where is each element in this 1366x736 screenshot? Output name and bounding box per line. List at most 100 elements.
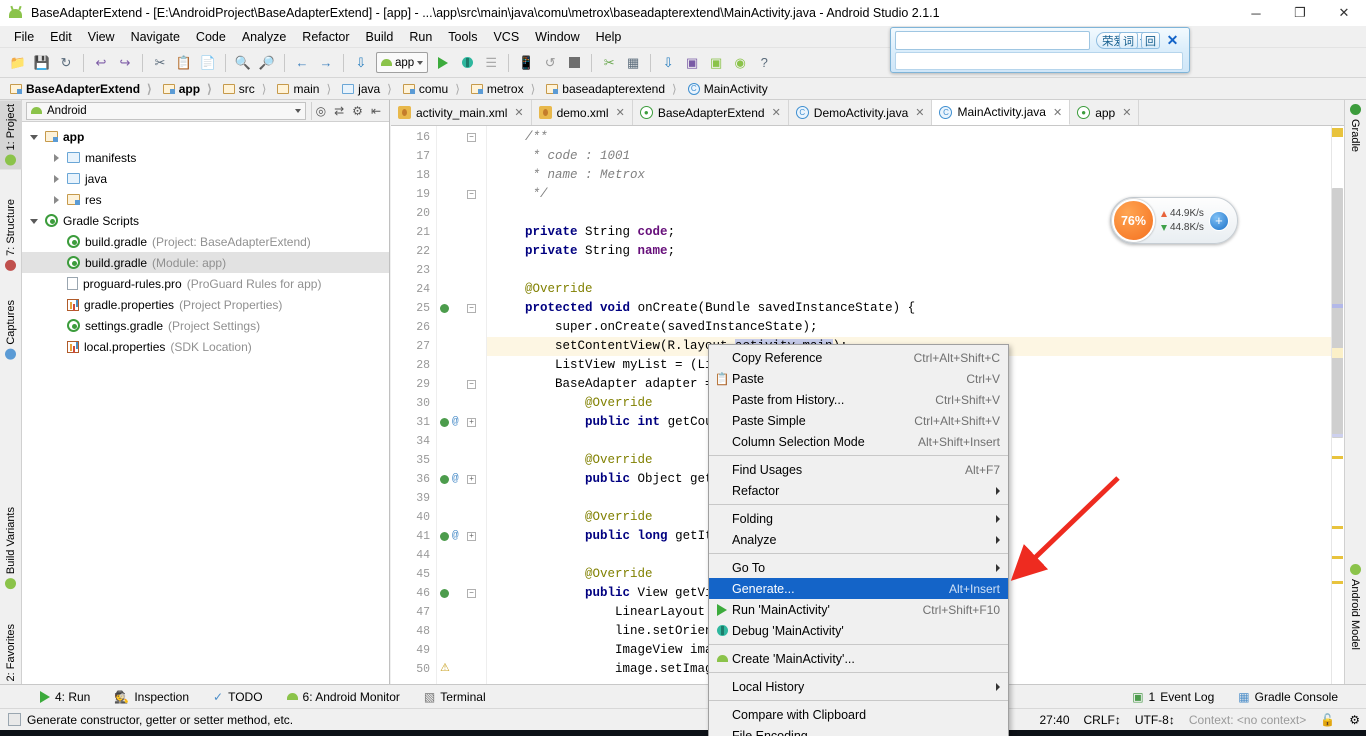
breadcrumb-item-src[interactable]: src ⟩ bbox=[219, 78, 274, 100]
tree-expand-icon[interactable] bbox=[52, 153, 62, 163]
scrollbar-thumb[interactable] bbox=[1332, 188, 1343, 438]
sidebar-item-gradle[interactable]: Gradle bbox=[1344, 100, 1366, 156]
scroll-from-source-icon[interactable]: ◎ bbox=[316, 104, 326, 118]
menu-edit[interactable]: Edit bbox=[42, 28, 80, 46]
close-icon[interactable]: ✕ bbox=[1053, 106, 1062, 119]
annotation-marker-icon[interactable]: @ bbox=[452, 413, 459, 432]
editor-tab[interactable]: ● BaseAdapterExtend ✕ bbox=[632, 100, 789, 125]
file-encoding[interactable]: UTF-8↕ bbox=[1135, 713, 1175, 727]
gutter-marker-row[interactable] bbox=[437, 641, 486, 660]
gutter-marker-row[interactable] bbox=[437, 546, 486, 565]
caret-position[interactable]: 27:40 bbox=[1039, 713, 1069, 727]
gutter-marker-row[interactable]: @ + bbox=[437, 413, 486, 432]
context-menu-item[interactable]: 📋 Paste Ctrl+V bbox=[709, 368, 1008, 389]
context-menu-item[interactable]: Local History bbox=[709, 676, 1008, 697]
avd-manager-icon[interactable]: ▦ bbox=[621, 51, 645, 75]
menu-window[interactable]: Window bbox=[527, 28, 587, 46]
close-icon[interactable]: ✕ bbox=[616, 106, 625, 119]
override-marker-icon[interactable] bbox=[440, 532, 449, 541]
gutter-marker-row[interactable] bbox=[437, 280, 486, 299]
gutter-marker-row[interactable]: − bbox=[437, 584, 486, 603]
gutter-marker-row[interactable] bbox=[437, 508, 486, 527]
breadcrumb-item-package[interactable]: baseadapterextend ⟩ bbox=[542, 78, 683, 100]
context-menu-item[interactable]: Compare with Clipboard bbox=[709, 704, 1008, 725]
replace-icon[interactable]: 🔎 bbox=[255, 51, 279, 75]
tree-node[interactable]: app bbox=[22, 126, 389, 147]
ime-dict-button[interactable]: 词 bbox=[1119, 32, 1138, 49]
layout-inspector-icon[interactable]: ▣ bbox=[680, 51, 704, 75]
code-line[interactable]: private String name; bbox=[487, 242, 1344, 261]
stop-icon[interactable] bbox=[562, 51, 586, 75]
menu-file[interactable]: File bbox=[6, 28, 42, 46]
sync-project-gradle-icon[interactable]: ⇩ bbox=[349, 51, 373, 75]
breadcrumb-item-app[interactable]: app ⟩ bbox=[159, 78, 219, 100]
context-menu-item[interactable]: Debug 'MainActivity' bbox=[709, 620, 1008, 641]
maximize-button[interactable]: ❐ bbox=[1278, 0, 1322, 26]
code-line[interactable]: * code : 1001 bbox=[487, 147, 1344, 166]
sidebar-item-build-variants[interactable]: Build Variants bbox=[0, 503, 22, 593]
editor-context-menu[interactable]: Copy Reference Ctrl+Alt+Shift+C 📋 Paste Ctrl… bbox=[708, 344, 1009, 736]
gutter-marker-row[interactable]: @ + bbox=[437, 527, 486, 546]
code-line[interactable]: @Override bbox=[487, 280, 1344, 299]
cut-icon[interactable]: ✂ bbox=[148, 51, 172, 75]
context-menu-item[interactable]: Copy Reference Ctrl+Alt+Shift+C bbox=[709, 347, 1008, 368]
close-icon[interactable]: ✕ bbox=[915, 106, 924, 119]
forward-icon[interactable]: → bbox=[314, 51, 338, 75]
tree-expand-icon[interactable] bbox=[30, 216, 40, 226]
tool-window-android-monitor[interactable]: 6: Android Monitor bbox=[275, 690, 412, 704]
ime-close-button[interactable]: ✕ bbox=[1163, 32, 1182, 49]
menu-vcs[interactable]: VCS bbox=[485, 28, 527, 46]
error-stripe-scrollbar[interactable] bbox=[1331, 126, 1344, 684]
collapse-all-icon[interactable]: ⇄ bbox=[334, 104, 344, 118]
find-icon[interactable]: 🔍 bbox=[231, 51, 255, 75]
back-icon[interactable]: ← bbox=[290, 51, 314, 75]
debug-button[interactable] bbox=[455, 51, 479, 75]
gutter-marker-row[interactable]: − bbox=[437, 128, 486, 147]
stripe-highlight-marker[interactable] bbox=[1332, 348, 1343, 358]
gutter-marker-row[interactable] bbox=[437, 166, 486, 185]
editor-tab[interactable]: demo.xml ✕ bbox=[531, 100, 633, 125]
menu-analyze[interactable]: Analyze bbox=[234, 28, 294, 46]
tree-node[interactable]: build.gradle (Module: app) bbox=[22, 252, 389, 273]
code-line[interactable] bbox=[487, 261, 1344, 280]
gutter-marker-row[interactable] bbox=[437, 489, 486, 508]
breadcrumb-item-project[interactable]: BaseAdapterExtend ⟩ bbox=[6, 78, 159, 100]
editor-tab[interactable]: C DemoActivity.java ✕ bbox=[788, 100, 933, 125]
fold-collapse-icon[interactable]: − bbox=[467, 190, 476, 199]
code-line[interactable]: protected void onCreate(Bundle savedInst… bbox=[487, 299, 1344, 318]
redo-icon[interactable]: ↪ bbox=[113, 51, 137, 75]
stripe-occurrence-marker[interactable] bbox=[1332, 434, 1343, 437]
menu-refactor[interactable]: Refactor bbox=[294, 28, 357, 46]
gutter-marker-row[interactable] bbox=[437, 242, 486, 261]
gutter-marker-row[interactable]: ⚠ bbox=[437, 660, 486, 679]
stripe-warning-marker[interactable] bbox=[1332, 128, 1343, 137]
gutter-marker-row[interactable] bbox=[437, 337, 486, 356]
gutter-marker-row[interactable] bbox=[437, 432, 486, 451]
tool-window-event-log[interactable]: ▣ 1 Event Log bbox=[1120, 690, 1226, 704]
gutter-marker-row[interactable] bbox=[437, 147, 486, 166]
override-marker-icon[interactable] bbox=[440, 418, 449, 427]
fold-expand-icon[interactable]: + bbox=[467, 418, 476, 427]
network-speed-widget[interactable]: 76% 44.9K/s 44.8K/s + bbox=[1110, 197, 1238, 244]
ime-input-field[interactable] bbox=[895, 31, 1090, 50]
attach-debugger-icon[interactable]: 📱 bbox=[514, 51, 538, 75]
rerun-icon[interactable]: ↺ bbox=[538, 51, 562, 75]
menu-run[interactable]: Run bbox=[401, 28, 440, 46]
add-widget-button[interactable]: + bbox=[1208, 210, 1229, 231]
lock-icon[interactable]: 🔓 bbox=[1320, 713, 1335, 727]
gutter-marker-row[interactable] bbox=[437, 603, 486, 622]
ime-floating-toolbar[interactable]: 荣爱堂 词 回 ✕ bbox=[890, 27, 1190, 73]
minimize-button[interactable]: ─ bbox=[1234, 0, 1278, 26]
fold-expand-icon[interactable]: + bbox=[467, 532, 476, 541]
override-marker-icon[interactable] bbox=[440, 475, 449, 484]
context-menu-item[interactable]: Column Selection Mode Alt+Shift+Insert bbox=[709, 431, 1008, 452]
run-configuration-selector[interactable]: app bbox=[376, 52, 429, 73]
hide-panel-icon[interactable]: ⇤ bbox=[371, 104, 381, 118]
breadcrumb-item-metrox[interactable]: metrox ⟩ bbox=[467, 78, 542, 100]
stripe-occurrence-marker[interactable] bbox=[1332, 304, 1343, 308]
sidebar-item-structure[interactable]: 7: Structure bbox=[0, 195, 22, 275]
stripe-warning-marker[interactable] bbox=[1332, 556, 1343, 559]
sync-gradle-icon[interactable]: ⇩ bbox=[656, 51, 680, 75]
save-all-icon[interactable]: 💾 bbox=[30, 51, 54, 75]
gutter-marker-row[interactable] bbox=[437, 318, 486, 337]
